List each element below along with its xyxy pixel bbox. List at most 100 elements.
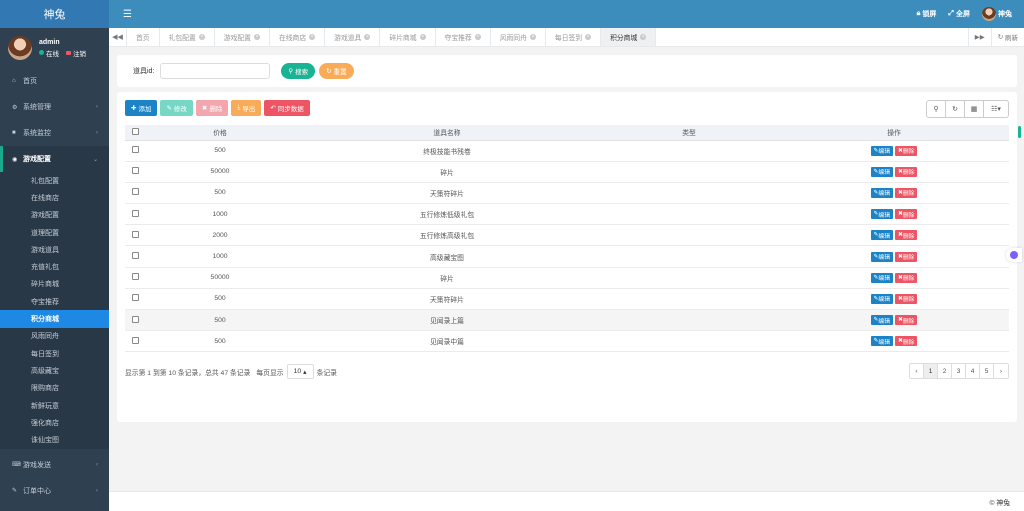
row-edit-button[interactable]: ✎ 编辑 — [870, 336, 893, 347]
pagination-page-button[interactable]: 4 — [966, 364, 980, 378]
row-edit-button[interactable]: ✎ 编辑 — [870, 230, 893, 241]
tab-item[interactable]: 游戏道具 × — [325, 28, 381, 46]
select-all-checkbox[interactable] — [131, 127, 139, 135]
edit-button[interactable]: ✎ 修改 — [160, 100, 193, 116]
close-tab-icon[interactable]: × — [474, 34, 481, 40]
logout-link[interactable]: 注销 — [73, 48, 86, 58]
row-checkbox[interactable] — [131, 252, 139, 260]
logout-icon[interactable] — [66, 50, 71, 55]
sidebar-subitem[interactable]: 游戏道具 — [0, 241, 109, 258]
close-tab-icon[interactable]: × — [419, 34, 426, 40]
table-row[interactable]: 500 见闻录中篇 ✎ 编辑 ✖ 删除 — [125, 330, 1009, 353]
table-row[interactable]: 1000 高级藏宝图 ✎ 编辑 ✖ 删除 — [125, 245, 1009, 268]
table-row[interactable]: 500 天策符碎片 ✎ 编辑 ✖ 删除 — [125, 288, 1009, 311]
table-row[interactable]: 1000 五行修炼低级礼包 ✎ 编辑 ✖ 删除 — [125, 203, 1009, 226]
pagination-next-button[interactable]: › — [994, 364, 1008, 378]
tabs-scroll-right-button[interactable]: ▶▶ — [967, 28, 991, 46]
item-id-input[interactable] — [160, 63, 271, 79]
refresh-table-button[interactable]: ↻ — [946, 101, 965, 117]
column-header-type[interactable]: 类型 — [599, 125, 779, 141]
pagination-prev-button[interactable]: ‹ — [910, 364, 924, 378]
row-checkbox[interactable] — [131, 315, 139, 323]
row-edit-button[interactable]: ✎ 编辑 — [870, 166, 893, 177]
tab-item[interactable]: 风雨同舟 × — [491, 28, 546, 46]
sidebar-item-game-send[interactable]: ⌨ 游戏发送 ‹ — [0, 452, 109, 478]
pagination-page-button[interactable]: 2 — [938, 364, 952, 378]
sidebar-subitem[interactable]: 夺宝推荐 — [0, 293, 109, 310]
row-checkbox[interactable] — [131, 146, 139, 154]
export-button[interactable]: ⤓ 导出 — [231, 100, 262, 116]
table-row[interactable]: 500 天策符碎片 ✎ 编辑 ✖ 删除 — [125, 182, 1009, 205]
close-tab-icon[interactable]: × — [529, 34, 536, 40]
table-row[interactable]: 500 终极技能书残卷 ✎ 编辑 ✖ 删除 — [125, 140, 1009, 162]
row-edit-button[interactable]: ✎ 编辑 — [870, 315, 893, 326]
tab-item[interactable]: 积分商城 × — [601, 28, 657, 46]
row-delete-button[interactable]: ✖ 删除 — [895, 251, 918, 262]
page-size-select[interactable]: 10 ▴ — [286, 364, 314, 379]
user-menu[interactable]: 神兔 — [982, 7, 1012, 21]
sidebar-subitem[interactable]: 道理配置 — [0, 224, 109, 241]
tab-item[interactable]: 在线商店 × — [270, 28, 326, 46]
row-checkbox[interactable] — [131, 273, 139, 281]
sidebar-subitem[interactable]: 每日签到 — [0, 345, 109, 362]
tab-item[interactable]: 游戏配置 × — [215, 28, 270, 46]
tabs-scroll-left-button[interactable]: ◀◀ — [109, 28, 127, 46]
table-row[interactable]: 50000 碎片 ✎ 编辑 ✖ 删除 — [125, 267, 1009, 289]
sidebar-item-monitor[interactable]: ■ 系统监控 ‹ — [0, 120, 109, 146]
avatar[interactable] — [8, 36, 32, 60]
row-checkbox[interactable] — [131, 230, 139, 238]
column-header-name[interactable]: 道具名称 — [295, 125, 599, 141]
row-delete-button[interactable]: ✖ 删除 — [895, 209, 918, 220]
refresh-tab-button[interactable]: ↻ 刷新 — [990, 28, 1024, 46]
sidebar-subitem[interactable]: 充值礼包 — [0, 258, 109, 275]
row-delete-button[interactable]: ✖ 删除 — [895, 272, 918, 283]
sync-button[interactable]: ↶ 同步数据 — [264, 100, 310, 116]
sidebar-item-orders[interactable]: ✎ 订单中心 ‹ — [0, 478, 109, 504]
delete-button[interactable]: ✖ 删除 — [195, 100, 229, 116]
search-toggle-button[interactable]: ⚲ — [927, 101, 946, 117]
tab-item[interactable]: 每日签到 × — [546, 28, 602, 46]
row-edit-button[interactable]: ✎ 编辑 — [870, 145, 893, 156]
pagination-page-button[interactable]: 1 — [924, 364, 938, 378]
close-tab-icon[interactable]: × — [253, 34, 260, 40]
sidebar-item-game-config[interactable]: ◉ 游戏配置 ⌄ — [0, 146, 109, 172]
row-edit-button[interactable]: ✎ 编辑 — [870, 187, 893, 198]
brand-logo[interactable]: 神兔 — [0, 0, 109, 28]
close-tab-icon[interactable]: × — [198, 34, 205, 40]
row-checkbox[interactable] — [131, 188, 139, 196]
sidebar-subitem[interactable]: 高级藏宝 — [0, 362, 109, 379]
sidebar-item-system[interactable]: ⚙ 系统管理 ‹ — [0, 94, 109, 120]
tab-item[interactable]: 礼包配置 × — [160, 28, 215, 46]
sidebar-subitem[interactable]: 诛仙宝图 — [0, 431, 109, 448]
close-tab-icon[interactable]: × — [364, 34, 371, 40]
row-delete-button[interactable]: ✖ 删除 — [895, 315, 918, 326]
close-tab-icon[interactable]: × — [640, 34, 647, 40]
row-delete-button[interactable]: ✖ 删除 — [895, 145, 918, 156]
fullscreen-button[interactable]: ⤢ 全屏 — [948, 9, 970, 19]
table-row[interactable]: 50000 碎片 ✎ 编辑 ✖ 删除 — [125, 161, 1009, 183]
row-checkbox[interactable] — [131, 209, 139, 217]
reset-button[interactable]: ↻ 重置 — [319, 63, 354, 79]
row-edit-button[interactable]: ✎ 编辑 — [870, 251, 893, 262]
row-delete-button[interactable]: ✖ 删除 — [895, 230, 918, 241]
tab-item[interactable]: 夺宝推荐 × — [436, 28, 491, 46]
row-edit-button[interactable]: ✎ 编辑 — [870, 293, 893, 304]
search-button[interactable]: ⚲ 搜索 — [281, 63, 316, 79]
close-tab-icon[interactable]: × — [585, 34, 592, 40]
add-button[interactable]: ✚ 添加 — [125, 100, 158, 116]
sidebar-subitem[interactable]: 新鲜玩意 — [0, 397, 109, 414]
sidebar-subitem[interactable]: 在线商店 — [0, 189, 109, 206]
sidebar-subitem[interactable]: 积分商城 — [0, 310, 109, 328]
menu-toggle-icon[interactable]: ☰ — [123, 9, 132, 20]
sidebar-subitem[interactable]: 礼包配置 — [0, 172, 109, 189]
row-delete-button[interactable]: ✖ 删除 — [895, 336, 918, 347]
lock-screen-button[interactable]: 🔒︎ 锁屏 — [917, 9, 937, 19]
column-header-price[interactable]: 价格 — [145, 125, 295, 141]
columns-dropdown-button[interactable]: ☷▾ — [984, 101, 1008, 117]
sidebar-subitem[interactable]: 碎片商城 — [0, 276, 109, 293]
row-delete-button[interactable]: ✖ 删除 — [895, 166, 918, 177]
row-edit-button[interactable]: ✎ 编辑 — [870, 272, 893, 283]
tab-item[interactable]: 首页 — [127, 28, 160, 46]
scrollbar-thumb[interactable] — [1018, 126, 1021, 138]
row-checkbox[interactable] — [131, 294, 139, 302]
